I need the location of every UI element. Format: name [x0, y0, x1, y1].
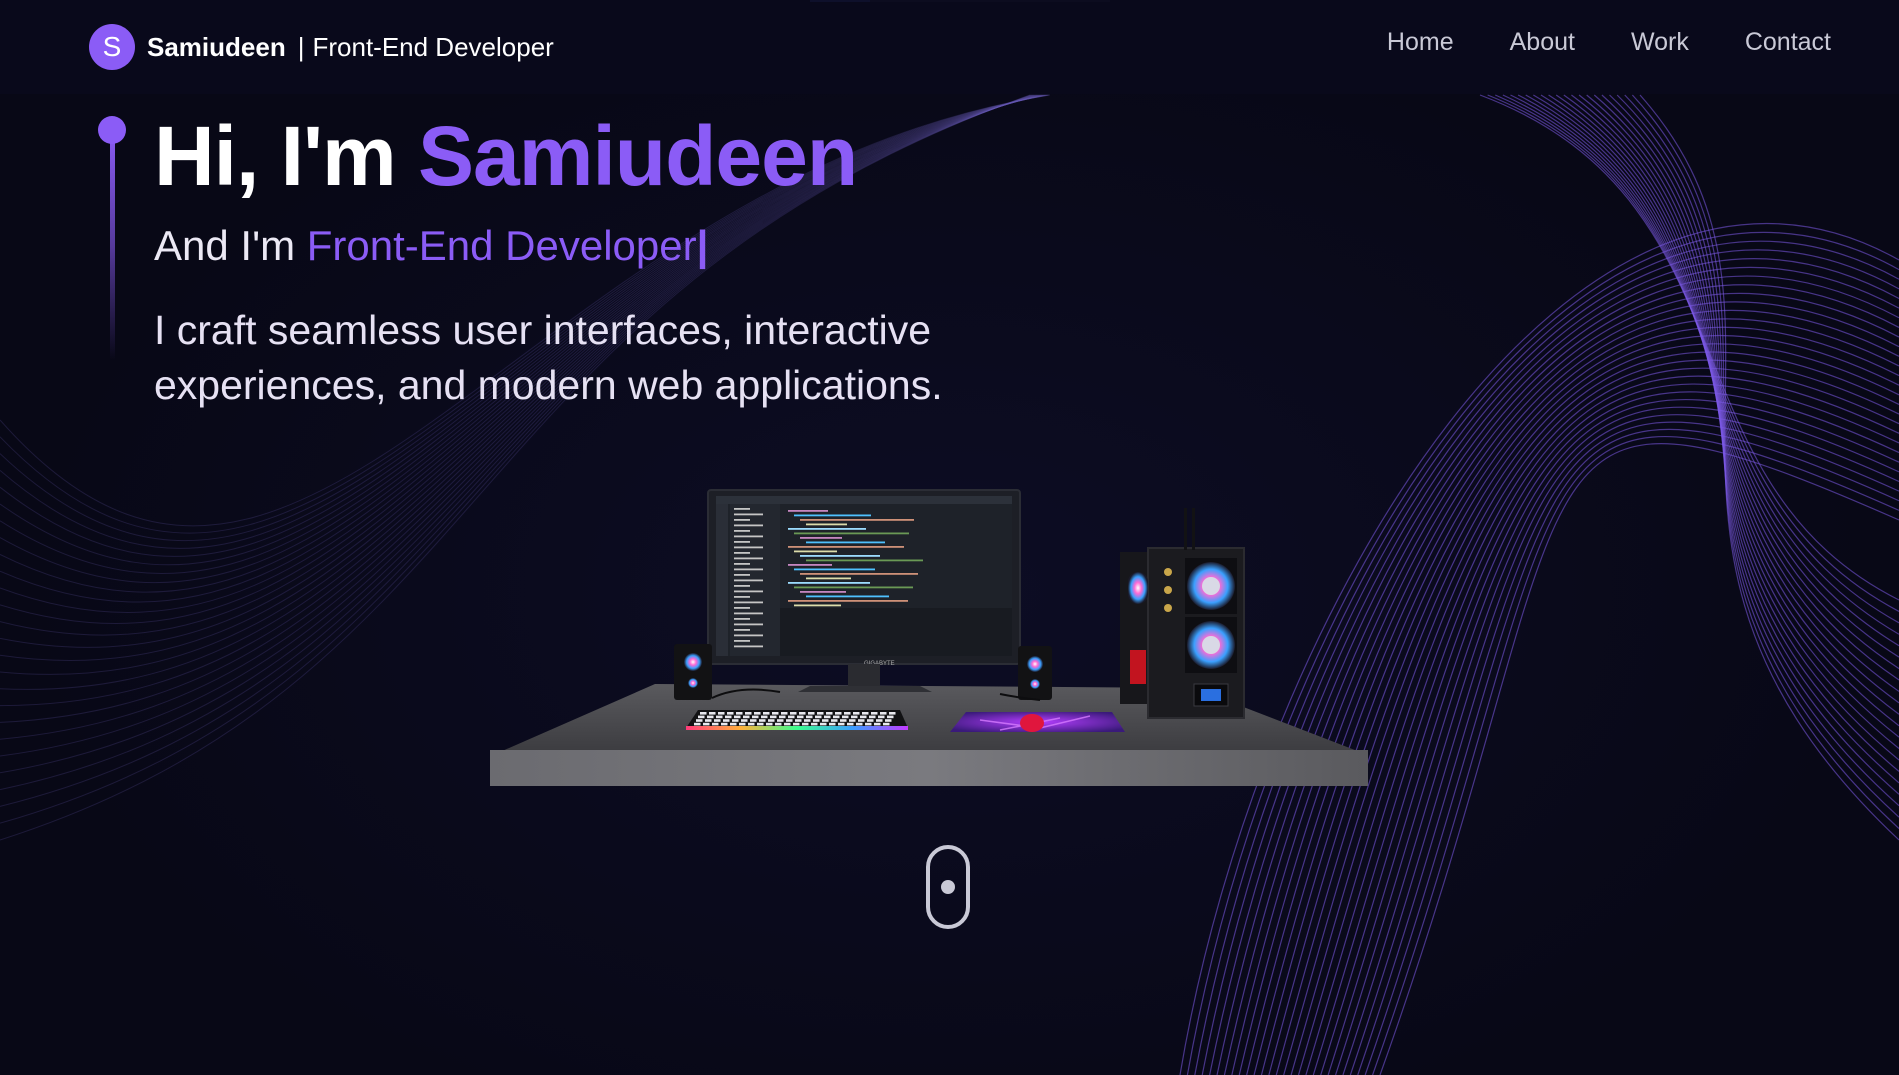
mousepad — [950, 712, 1125, 732]
nav-links: Home About Work Contact — [1387, 28, 1831, 57]
page: S Samiudeen | Front-End Developer Home A… — [0, 0, 1899, 1075]
hero-title: Hi, I'm Samiudeen — [154, 108, 858, 205]
brand[interactable]: S Samiudeen | Front-End Developer — [89, 23, 554, 71]
mouse-scroll-icon[interactable] — [926, 845, 970, 929]
brand-role: Front-End Developer — [312, 31, 554, 62]
nav-home-link[interactable]: Home — [1387, 28, 1454, 57]
monitor: GIGABYTE — [707, 489, 1021, 692]
hero-accent-dot — [98, 116, 126, 144]
hero-description: I craft seamless user interfaces, intera… — [154, 307, 943, 408]
left-speaker — [674, 644, 712, 700]
keyboard — [686, 710, 908, 730]
nav-about-link[interactable]: About — [1510, 28, 1575, 57]
brand-separator: | — [297, 31, 305, 62]
hero-subtitle-role: Front-End Developer — [306, 222, 697, 269]
hero-accent-bar — [110, 130, 115, 360]
hero-subtitle: And I'm Front-End Developer| — [154, 222, 708, 270]
desk-scene[interactable]: GIGABYTE — [480, 480, 1380, 800]
typing-cursor: | — [696, 222, 709, 269]
nav-contact-link[interactable]: Contact — [1745, 28, 1831, 57]
hero-greeting: Hi, I'm — [154, 109, 419, 203]
desk-edge — [490, 750, 1368, 786]
scroll-wheel-dot — [941, 880, 955, 894]
hero-subtitle-prefix: And I'm — [154, 222, 307, 269]
logo-badge: S — [89, 24, 135, 70]
hero-name: Samiudeen — [418, 109, 858, 203]
navbar: S Samiudeen | Front-End Developer Home A… — [0, 0, 1899, 94]
brand-name: Samiudeen — [147, 31, 286, 62]
nav-work-link[interactable]: Work — [1631, 28, 1689, 57]
pc-tower — [1120, 508, 1245, 719]
right-speaker — [1018, 646, 1052, 700]
